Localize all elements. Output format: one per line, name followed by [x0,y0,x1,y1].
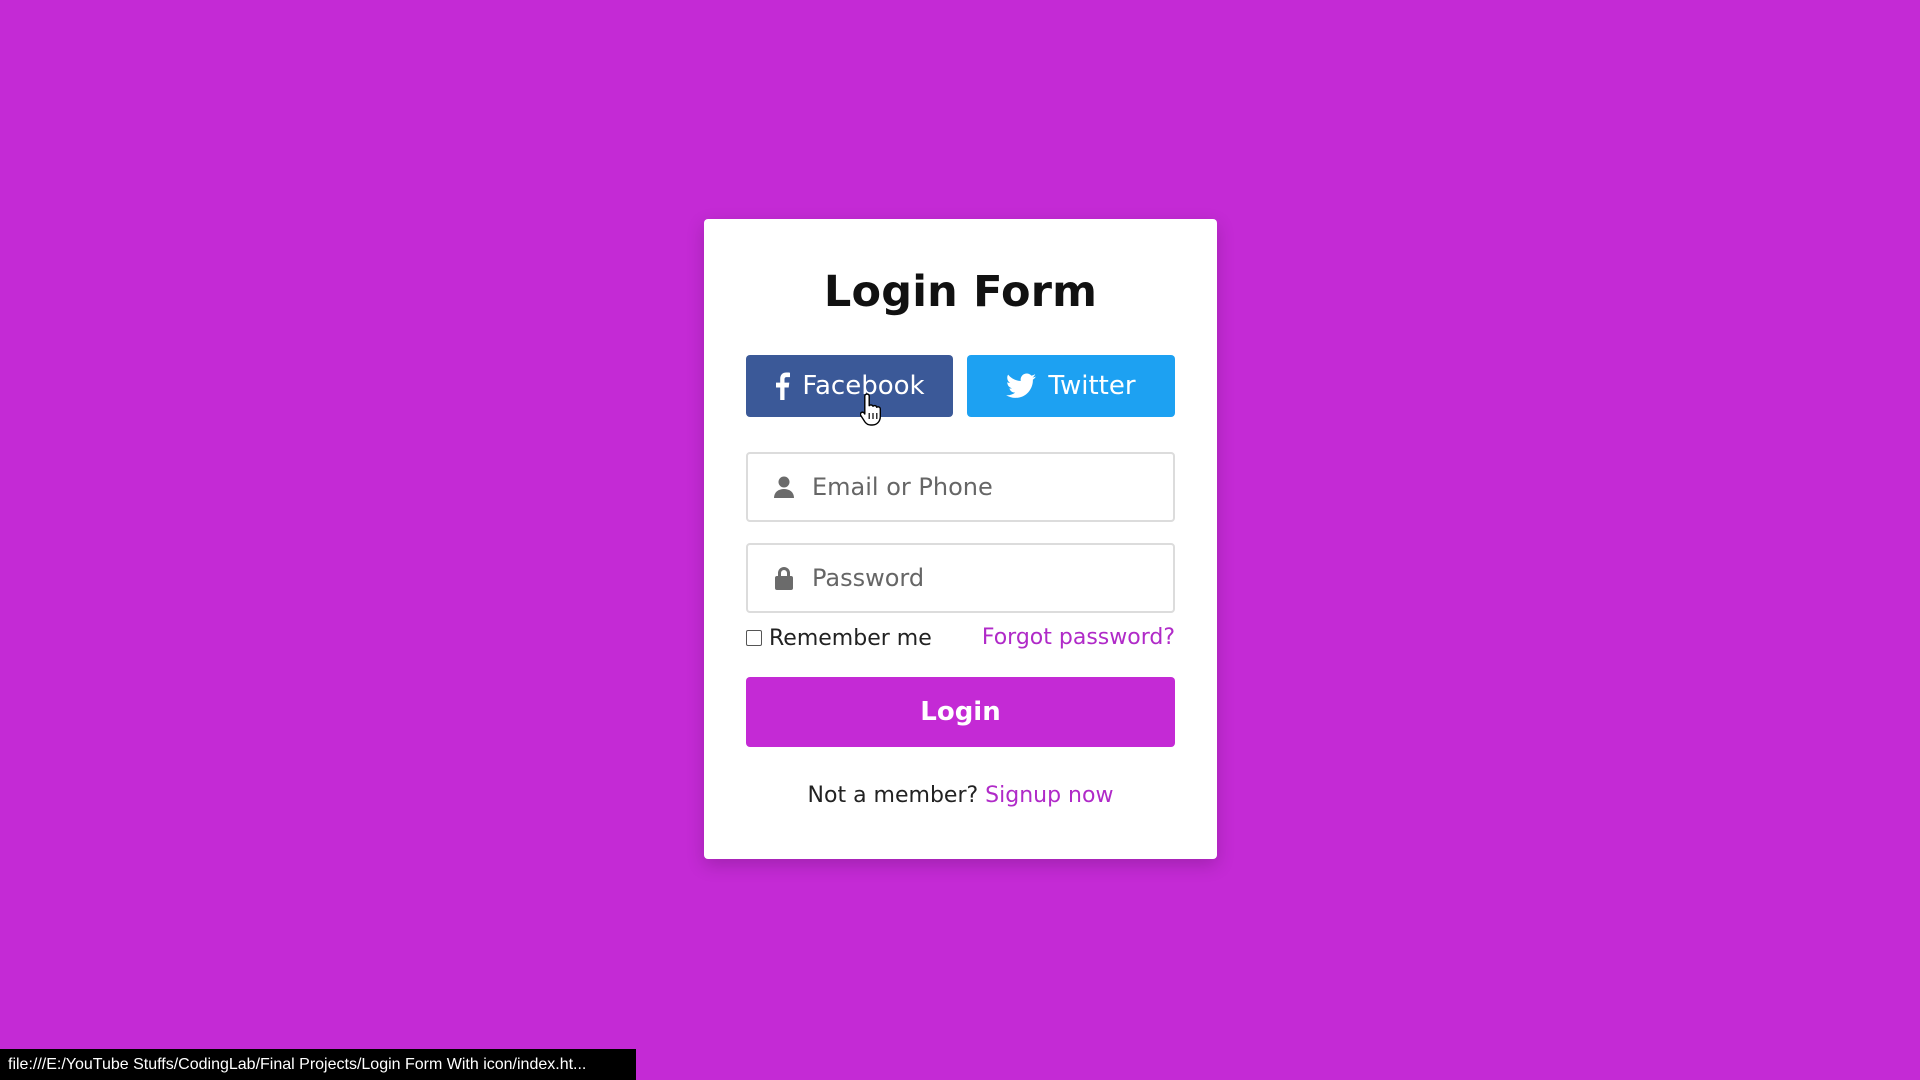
password-field[interactable] [746,543,1175,613]
remember-label: Remember me [769,625,932,651]
signup-prompt-text: Not a member? [807,783,979,808]
status-bar-url: file:///E:/YouTube Stuffs/CodingLab/Fina… [0,1049,636,1080]
facebook-icon [774,372,791,400]
facebook-button[interactable]: Facebook [746,355,953,417]
remember-me[interactable]: Remember me [746,623,932,653]
facebook-label: Facebook [802,371,925,401]
twitter-icon [1006,373,1037,399]
user-icon [772,475,796,499]
form-title: Login Form [823,267,1098,317]
twitter-button[interactable]: Twitter [967,355,1175,417]
page: Login Form Facebook Twitter Email or Pho… [0,0,1920,1080]
login-button[interactable]: Login [746,677,1175,747]
signup-link[interactable]: Signup now [985,783,1113,808]
twitter-label: Twitter [1048,371,1136,401]
login-card: Login Form Facebook Twitter Email or Pho… [704,219,1217,859]
email-input[interactable] [812,473,1152,501]
lock-icon [772,566,796,590]
email-field[interactable] [746,452,1175,522]
signup-prompt: Not a member? Signup now [704,783,1217,808]
remember-checkbox[interactable] [746,630,762,646]
forgot-password-link[interactable]: Forgot password? [982,623,1175,653]
password-input[interactable] [812,564,1152,592]
